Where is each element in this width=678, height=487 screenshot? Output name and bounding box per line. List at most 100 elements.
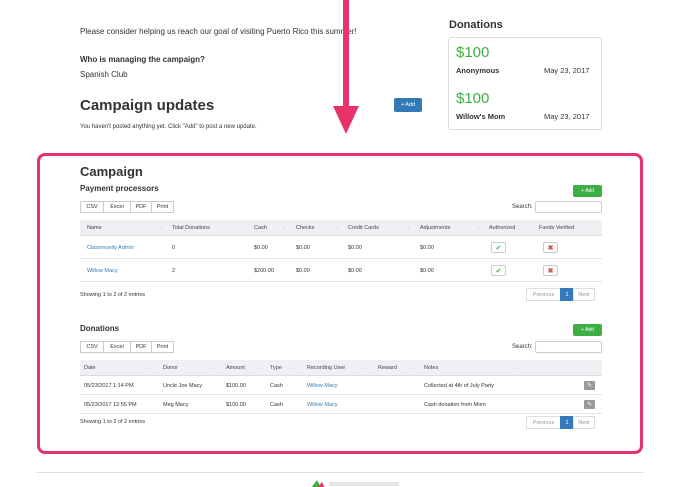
processors-search-input[interactable] [535,201,602,213]
processors-pagination: Previous 1 Next [526,288,595,301]
next-page-button[interactable]: Next [573,416,595,429]
donation-amount: $100 [456,44,490,61]
excel-button[interactable]: Excel [103,201,131,213]
pdf-button[interactable]: PDF [130,201,152,213]
donations-sidebar-card: $100 Anonymous May 23, 2017 $100 Willow'… [448,37,602,130]
notes-value: Collected at 4th of July Party [424,383,495,389]
sort-icon: ↕ [477,225,480,231]
print-button[interactable]: Print [151,341,174,353]
payment-processors-title: Payment processors [80,184,159,193]
column-header[interactable]: Date [84,365,96,371]
print-button[interactable]: Print [151,201,174,213]
credit-value: $0.00 [348,245,362,251]
edit-icon[interactable]: ✎ [584,400,595,409]
sort-icon: ↕ [290,365,293,371]
table-header: Date ↕ Donor ↕ Amount ↕ Type ↕ Recording… [80,360,602,376]
donation-name: Anonymous [456,66,500,75]
donation-type: Cash [270,383,283,389]
adjust-value: $0.00 [420,268,434,274]
column-header[interactable]: Name [87,225,102,231]
sort-icon: ↓ [160,225,163,231]
column-header[interactable]: Authorized [489,225,515,231]
credit-value: $0.00 [348,268,362,274]
sort-icon: ↕ [283,225,286,231]
column-header[interactable]: Cash [254,225,267,231]
recording-user-link[interactable]: Willow Macy [307,383,338,389]
csv-button[interactable]: CSV [80,341,104,353]
table-row: 05/23/2017 1:14 PM Uncle Joe Macy $100.0… [80,376,602,395]
donations-showing-info: Showing 1 to 2 of 2 entries [80,419,146,425]
sort-icon: ↕ [363,365,366,371]
edit-icon[interactable]: ✎ [584,381,595,390]
processors-showing-info: Showing 1 to 2 of 2 entries [80,292,146,298]
donations-search-label: Search: [512,344,533,350]
donation-date: 05/23/2017 12:55 PM [84,402,137,408]
processor-name-link[interactable]: Classmunity Admin [87,245,134,251]
adjust-value: $0.00 [420,245,434,251]
recording-user-link[interactable]: Willow Macy [307,402,338,408]
add-processor-button[interactable]: + Add [573,185,602,197]
column-header[interactable]: Funds Verified [539,225,574,231]
donor-name: Meg Macy [163,402,189,408]
add-donation-button[interactable]: + Add [573,324,602,336]
x-icon[interactable]: ✖ [543,265,558,276]
donations-pagination: Previous 1 Next [526,416,595,429]
sort-icon: ↕ [410,365,413,371]
next-page-button[interactable]: Next [573,288,595,301]
processors-export-group: CSV Excel PDF Print [80,201,174,213]
cash-value: $0.00 [254,245,268,251]
processor-name-link[interactable]: Willow Macy [87,268,118,274]
column-header[interactable]: Adjustments [420,225,450,231]
add-update-button[interactable]: + Add [394,98,422,112]
csv-button[interactable]: CSV [80,201,104,213]
previous-page-button[interactable]: Previous [526,416,561,429]
column-header[interactable]: Amount [226,365,245,371]
column-header[interactable]: Recording User [307,365,345,371]
sort-icon: ↕ [407,225,410,231]
table-header: Name ↓ Total Donations ↕ Cash ↕ Checks ↕… [80,220,602,236]
excel-button[interactable]: Excel [103,341,131,353]
page-1-button[interactable]: 1 [560,288,574,301]
column-header[interactable]: Type [270,365,282,371]
donation-amount: $100.00 [226,383,246,389]
sort-icon: ↕ [515,365,518,371]
down-arrow-annotation [333,0,359,134]
previous-page-button[interactable]: Previous [526,288,561,301]
sort-icon: ↕ [336,225,339,231]
donation-date: 05/23/2017 1:14 PM [84,383,134,389]
processors-search-label: Search: [512,204,533,210]
column-header[interactable]: Total Donations [172,225,210,231]
x-icon[interactable]: ✖ [543,242,558,253]
page-1-button[interactable]: 1 [560,416,574,429]
donation-date: May 23, 2017 [544,112,590,121]
column-header[interactable]: Checks [296,225,314,231]
notes-value: Cash donation from Mom [424,402,486,408]
donations-search-input[interactable] [535,341,602,353]
updates-empty-note: You haven't posted anything yet. Click "… [80,124,257,130]
donations-export-group: CSV Excel PDF Print [80,341,174,353]
manager-value: Spanish Club [80,70,128,79]
sort-icon: ↕ [150,365,153,371]
donations-sidebar-title: Donations [449,19,503,31]
total-donations: 2 [172,268,176,274]
table-row: Classmunity Admin 0 $0.00 $0.00 $0.00 $0… [80,236,602,259]
table-row: Willow Macy 2 $200.00 $0.00 $0.00 $0.00 … [80,259,602,282]
total-donations: 0 [172,245,176,251]
campaign-intro: Please consider helping us reach our goa… [80,27,357,36]
sort-icon: ↕ [213,365,216,371]
donation-date: May 23, 2017 [544,66,590,75]
pdf-button[interactable]: PDF [130,341,152,353]
donation-name: Willow's Mom [456,112,506,121]
check-icon[interactable]: ✔ [491,242,506,253]
cash-value: $200.00 [254,268,274,274]
campaign-updates-title: Campaign updates [80,97,215,114]
check-icon[interactable]: ✔ [491,265,506,276]
footer-logo [311,480,399,487]
campaign-section-title: Campaign [80,164,143,179]
donations-section-title: Donations [80,324,120,333]
table-row: 05/23/2017 12:55 PM Meg Macy $100.00 Cas… [80,395,602,414]
column-header[interactable]: Donor [163,365,178,371]
column-header[interactable]: Notes [424,365,438,371]
column-header[interactable]: Reward [378,365,397,371]
column-header[interactable]: Credit Cards [348,225,379,231]
